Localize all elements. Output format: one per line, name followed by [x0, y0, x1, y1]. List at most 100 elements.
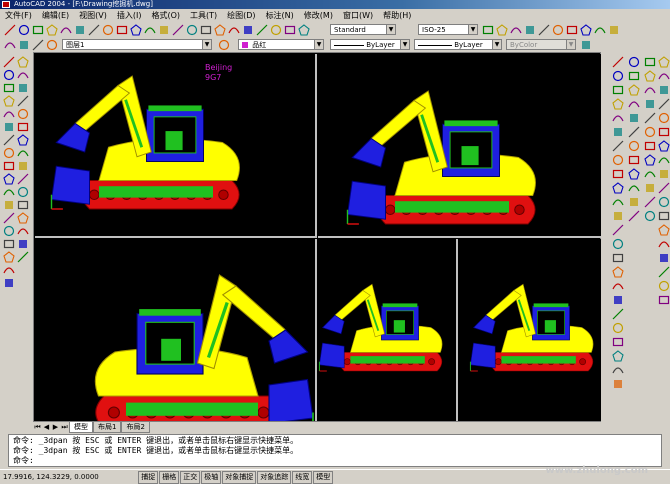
- toolbar-button-icon[interactable]: [658, 98, 670, 110]
- standard-toolbar-icon[interactable]: [270, 24, 282, 36]
- menu-item-5[interactable]: 工具(T): [185, 9, 222, 23]
- toolbar-button-icon[interactable]: [658, 238, 670, 250]
- menu-item-1[interactable]: 编辑(E): [37, 9, 74, 23]
- toolbar-button-icon[interactable]: [594, 24, 606, 36]
- chevron-down-icon[interactable]: ▼: [386, 25, 395, 34]
- toolbar-button-icon[interactable]: [644, 182, 656, 194]
- construction-line-icon[interactable]: [3, 69, 15, 81]
- offset-icon[interactable]: [17, 95, 29, 107]
- toolbar-button-icon[interactable]: [538, 24, 550, 36]
- last-tab-arrow[interactable]: ⏭: [60, 422, 69, 432]
- toolbar-button-icon[interactable]: [612, 252, 624, 264]
- toolbar-button-icon[interactable]: [612, 112, 624, 124]
- polygon-icon[interactable]: [3, 95, 15, 107]
- layout-tab-2[interactable]: 布局2: [121, 422, 150, 433]
- chevron-down-icon[interactable]: ▼: [202, 40, 211, 49]
- toolbar-button-icon[interactable]: [628, 112, 640, 124]
- standard-toolbar-icon[interactable]: [60, 24, 72, 36]
- status-mode-button-3[interactable]: 极轴: [201, 471, 222, 484]
- toolbar-button-icon[interactable]: [552, 24, 564, 36]
- toolbar-button-icon[interactable]: [612, 364, 624, 376]
- status-mode-button-2[interactable]: 正交: [180, 471, 201, 484]
- standard-toolbar-icon[interactable]: [172, 24, 184, 36]
- toolbar-button-icon[interactable]: [628, 182, 640, 194]
- menu-item-6[interactable]: 绘图(D): [222, 9, 260, 23]
- standard-toolbar-icon[interactable]: [18, 24, 30, 36]
- trim-icon[interactable]: [17, 173, 29, 185]
- viewport-top-left[interactable]: Beijing 9G7: [35, 54, 317, 238]
- toolbar-button-icon[interactable]: [608, 24, 620, 36]
- standard-toolbar-icon[interactable]: [214, 24, 226, 36]
- status-mode-button-1[interactable]: 栅格: [159, 471, 180, 484]
- standard-toolbar-icon[interactable]: [284, 24, 296, 36]
- menu-item-2[interactable]: 视图(V): [74, 9, 112, 23]
- spline-icon[interactable]: [3, 160, 15, 172]
- region-icon[interactable]: [3, 251, 15, 263]
- text-style-select[interactable]: Standard ▼: [330, 24, 396, 35]
- toolbar-button-icon[interactable]: [658, 224, 670, 236]
- chevron-down-icon[interactable]: ▼: [566, 40, 575, 49]
- toolbar-button-icon[interactable]: [628, 168, 640, 180]
- previous-layer-icon[interactable]: [580, 39, 592, 51]
- copy-icon[interactable]: [17, 69, 29, 81]
- stretch-icon[interactable]: [17, 160, 29, 172]
- toolbar-button-icon[interactable]: [580, 24, 592, 36]
- viewport-bottom-left[interactable]: [35, 239, 317, 421]
- toolbar-button-icon[interactable]: [644, 84, 656, 96]
- standard-toolbar-icon[interactable]: [116, 24, 128, 36]
- toolbar-button-icon[interactable]: [644, 210, 656, 222]
- extend-icon[interactable]: [17, 186, 29, 198]
- array-icon[interactable]: [17, 108, 29, 120]
- table-icon[interactable]: [3, 264, 15, 276]
- toolbar-button-icon[interactable]: [612, 280, 624, 292]
- toolbar-button-icon[interactable]: [658, 154, 670, 166]
- toolbar-button-icon[interactable]: [644, 112, 656, 124]
- standard-toolbar-icon[interactable]: [32, 24, 44, 36]
- rotate-icon[interactable]: [17, 134, 29, 146]
- toolbar-button-icon[interactable]: [612, 238, 624, 250]
- standard-toolbar-icon[interactable]: [46, 24, 58, 36]
- toolbar-button-icon[interactable]: [566, 24, 578, 36]
- viewport-bottom-mid[interactable]: [318, 239, 458, 421]
- toolbar-button-icon[interactable]: [658, 56, 670, 68]
- first-tab-arrow[interactable]: ⏮: [33, 422, 42, 432]
- standard-toolbar-icon[interactable]: [298, 24, 310, 36]
- standard-toolbar-icon[interactable]: [88, 24, 100, 36]
- toolbar-button-icon[interactable]: [658, 182, 670, 194]
- rectangle-icon[interactable]: [3, 108, 15, 120]
- toolbar-button-icon[interactable]: [658, 112, 670, 124]
- viewport-bottom-right[interactable]: [459, 239, 601, 421]
- menu-item-10[interactable]: 帮助(H): [378, 9, 416, 23]
- layer-toolbar-icon[interactable]: [4, 39, 16, 51]
- toolbar-button-icon[interactable]: [658, 266, 670, 278]
- erase-icon[interactable]: [17, 56, 29, 68]
- standard-toolbar-icon[interactable]: [102, 24, 114, 36]
- toolbar-button-icon[interactable]: [612, 182, 624, 194]
- arc-icon[interactable]: [3, 121, 15, 133]
- standard-toolbar-icon[interactable]: [256, 24, 268, 36]
- toolbar-button-icon[interactable]: [644, 140, 656, 152]
- toolbar-button-icon[interactable]: [658, 280, 670, 292]
- line-icon[interactable]: [3, 56, 15, 68]
- toolbar-button-icon[interactable]: [628, 70, 640, 82]
- toolbar-button-icon[interactable]: [612, 168, 624, 180]
- make-block-icon[interactable]: [3, 212, 15, 224]
- toolbar-button-icon[interactable]: [644, 196, 656, 208]
- toolbar-button-icon[interactable]: [658, 294, 670, 306]
- explode-icon[interactable]: [17, 251, 29, 263]
- command-window[interactable]: 命令: _3dpan 按 ESC 或 ENTER 键退出，或者单击鼠标右键显示快…: [8, 434, 662, 467]
- menu-item-0[interactable]: 文件(F): [0, 9, 37, 23]
- toolbar-button-icon[interactable]: [612, 322, 624, 334]
- join-icon[interactable]: [17, 212, 29, 224]
- toolbar-button-icon[interactable]: [658, 84, 670, 96]
- layout-tab-0[interactable]: 模型: [69, 422, 93, 433]
- status-mode-button-6[interactable]: 线宽: [292, 471, 313, 484]
- move-icon[interactable]: [17, 121, 29, 133]
- chevron-down-icon[interactable]: ▼: [314, 40, 323, 49]
- layer-toolbar-icon[interactable]: [18, 39, 30, 51]
- lineweight-select[interactable]: ByLayer ▼: [414, 39, 502, 50]
- toolbar-button-icon[interactable]: [644, 168, 656, 180]
- standard-toolbar-icon[interactable]: [158, 24, 170, 36]
- chevron-down-icon[interactable]: ▼: [468, 25, 477, 34]
- toolbar-button-icon[interactable]: [658, 126, 670, 138]
